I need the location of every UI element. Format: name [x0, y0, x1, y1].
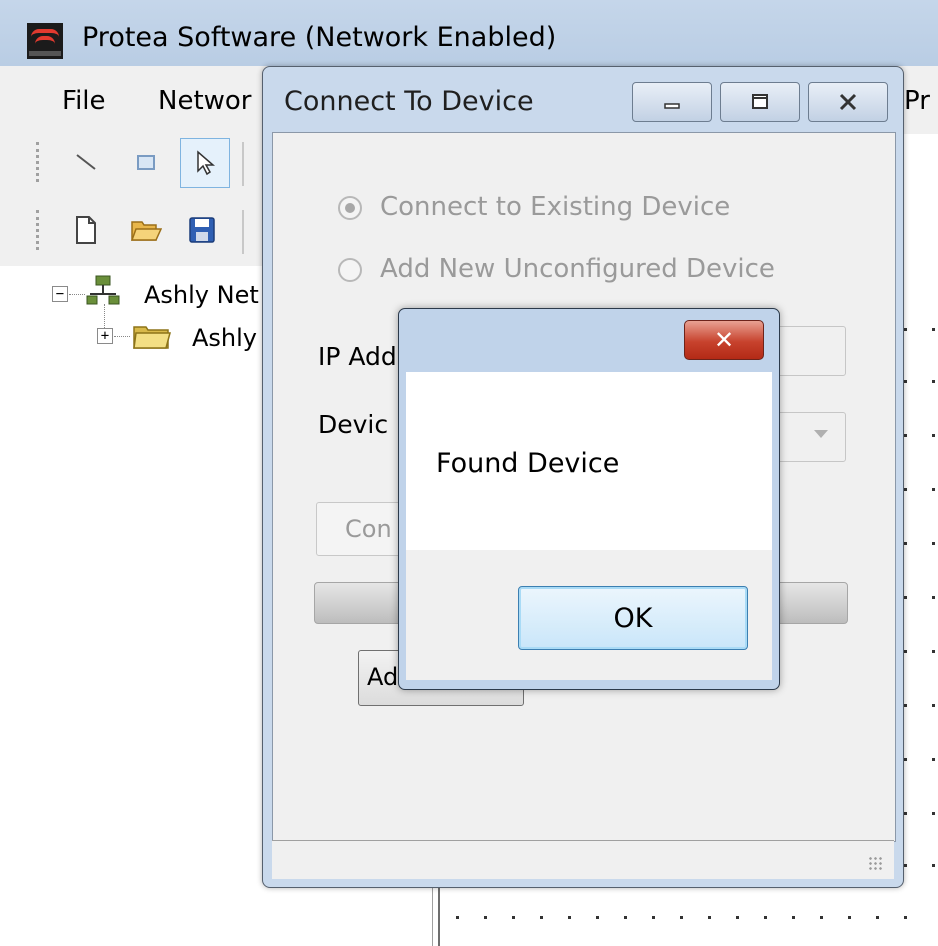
ashly-logo-icon: [27, 23, 63, 59]
grid-dot: [484, 916, 487, 919]
grid-dot: [568, 916, 571, 919]
close-icon: ✕: [713, 326, 735, 354]
grid-dot: [456, 916, 459, 919]
restore-icon: [752, 94, 768, 109]
grid-dot: [764, 916, 767, 919]
toolbar-grip[interactable]: [36, 142, 43, 182]
menu-network[interactable]: Networ: [158, 86, 252, 116]
tree-root-label[interactable]: Ashly Net: [144, 281, 259, 309]
new-file-icon[interactable]: [64, 208, 108, 252]
grid-dot: [904, 758, 907, 761]
close-icon: [839, 93, 857, 111]
menu-file[interactable]: File: [62, 86, 106, 116]
grid-dot: [932, 488, 935, 491]
grid-dot: [904, 812, 907, 815]
tree-child-label[interactable]: Ashly: [192, 324, 257, 352]
grid-dot: [932, 704, 935, 707]
grid-dot: [820, 916, 823, 919]
radio-add-new-label: Add New Unconfigured Device: [380, 254, 775, 284]
folder-icon: [132, 322, 172, 356]
device-label: Devic: [318, 410, 389, 439]
grid-dot: [904, 488, 907, 491]
grid-dot: [932, 380, 935, 383]
ok-button[interactable]: OK: [518, 586, 748, 650]
tree-connector: [114, 336, 130, 337]
grid-dot: [904, 596, 907, 599]
grid-dot: [932, 434, 935, 437]
grid-dot: [680, 916, 683, 919]
grid-dot: [932, 328, 935, 331]
maximize-button[interactable]: [720, 82, 800, 122]
grid-dot: [904, 542, 907, 545]
save-disk-icon[interactable]: [180, 208, 224, 252]
grid-dot: [904, 864, 907, 867]
radio-connect-existing-label: Connect to Existing Device: [380, 192, 731, 222]
grid-dot: [512, 916, 515, 919]
grid-dot: [932, 650, 935, 653]
grid-dot: [932, 758, 935, 761]
tree-connector: [104, 304, 105, 328]
grid-dot: [904, 704, 907, 707]
toolbar-separator: [242, 142, 244, 186]
radio-connect-existing[interactable]: [338, 196, 362, 220]
grid-dot: [624, 916, 627, 919]
rectangle-tool-icon[interactable]: [124, 140, 168, 184]
grid-dot: [596, 916, 599, 919]
grid-dot: [792, 916, 795, 919]
grid-dot: [932, 812, 935, 815]
grid-dot: [708, 916, 711, 919]
toolbar-separator: [242, 210, 244, 254]
toolbar-grip[interactable]: [36, 210, 43, 250]
collapse-icon[interactable]: −: [52, 286, 68, 302]
tree-connector: [69, 294, 85, 295]
grid-dot: [904, 916, 907, 919]
dialog-close-button[interactable]: [808, 82, 888, 122]
grid-dot: [876, 916, 879, 919]
menu-partial[interactable]: Pr: [904, 86, 930, 116]
chevron-down-icon: [814, 430, 828, 438]
grid-dot: [652, 916, 655, 919]
message-text: Found Device: [436, 448, 620, 479]
message-box-close-button[interactable]: ✕: [684, 320, 764, 360]
minimize-icon: [664, 103, 680, 109]
grid-dot: [932, 864, 935, 867]
radio-add-new[interactable]: [338, 258, 362, 282]
grid-dot: [736, 916, 739, 919]
app-title: Protea Software (Network Enabled): [82, 22, 557, 53]
open-folder-icon[interactable]: [124, 208, 168, 252]
ip-address-label: IP Add: [318, 342, 397, 371]
grid-dot: [904, 650, 907, 653]
dialog-statusbar: [272, 840, 894, 879]
pointer-tool-icon[interactable]: [180, 138, 230, 188]
line-tool-icon[interactable]: [64, 140, 108, 184]
connect-dialog-title: Connect To Device: [284, 86, 534, 117]
minimize-button[interactable]: [632, 82, 712, 122]
grid-dot: [848, 916, 851, 919]
resize-grip-icon[interactable]: [868, 856, 884, 872]
grid-dot: [932, 596, 935, 599]
grid-dot: [904, 380, 907, 383]
grid-dot: [904, 328, 907, 331]
grid-dot: [904, 434, 907, 437]
expand-icon[interactable]: +: [97, 328, 113, 344]
network-icon: [86, 274, 120, 314]
grid-dot: [932, 542, 935, 545]
grid-dot: [540, 916, 543, 919]
